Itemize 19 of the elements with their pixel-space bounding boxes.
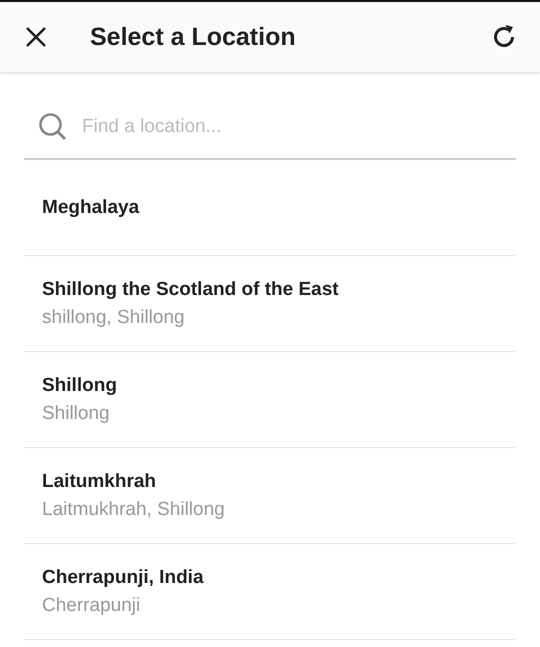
location-name: Shillong: [42, 374, 118, 396]
close-icon: [24, 25, 48, 49]
location-item[interactable]: Cherrapunji, India Cherrapunji: [24, 544, 516, 640]
location-name: Laitumkhrah: [42, 470, 158, 492]
location-name: Meghalaya: [42, 196, 140, 218]
location-item[interactable]: Laitumkhrah Laitmukhrah, Shillong: [24, 448, 516, 544]
location-item[interactable]: Meghalaya: [24, 160, 516, 256]
location-subtitle: Laitmukhrah, Shillong: [42, 498, 226, 520]
location-item[interactable]: Shillong the Scotland of the East shillong, Shillong: [24, 256, 516, 352]
screen-title: Select a Location: [90, 22, 296, 52]
location-name: Cherrapunji, India: [42, 566, 205, 588]
search-icon: [38, 112, 68, 142]
location-subtitle: shillong, Shillong: [42, 306, 186, 328]
close-button[interactable]: [24, 25, 48, 49]
location-name: Shillong the Scotland of the East: [42, 278, 340, 300]
location-subtitle: Cherrapunji: [42, 594, 142, 616]
location-subtitle: Shillong: [42, 402, 111, 424]
search-field[interactable]: Find a location...: [82, 116, 516, 138]
location-item[interactable]: Shillong Shillong: [24, 352, 516, 448]
